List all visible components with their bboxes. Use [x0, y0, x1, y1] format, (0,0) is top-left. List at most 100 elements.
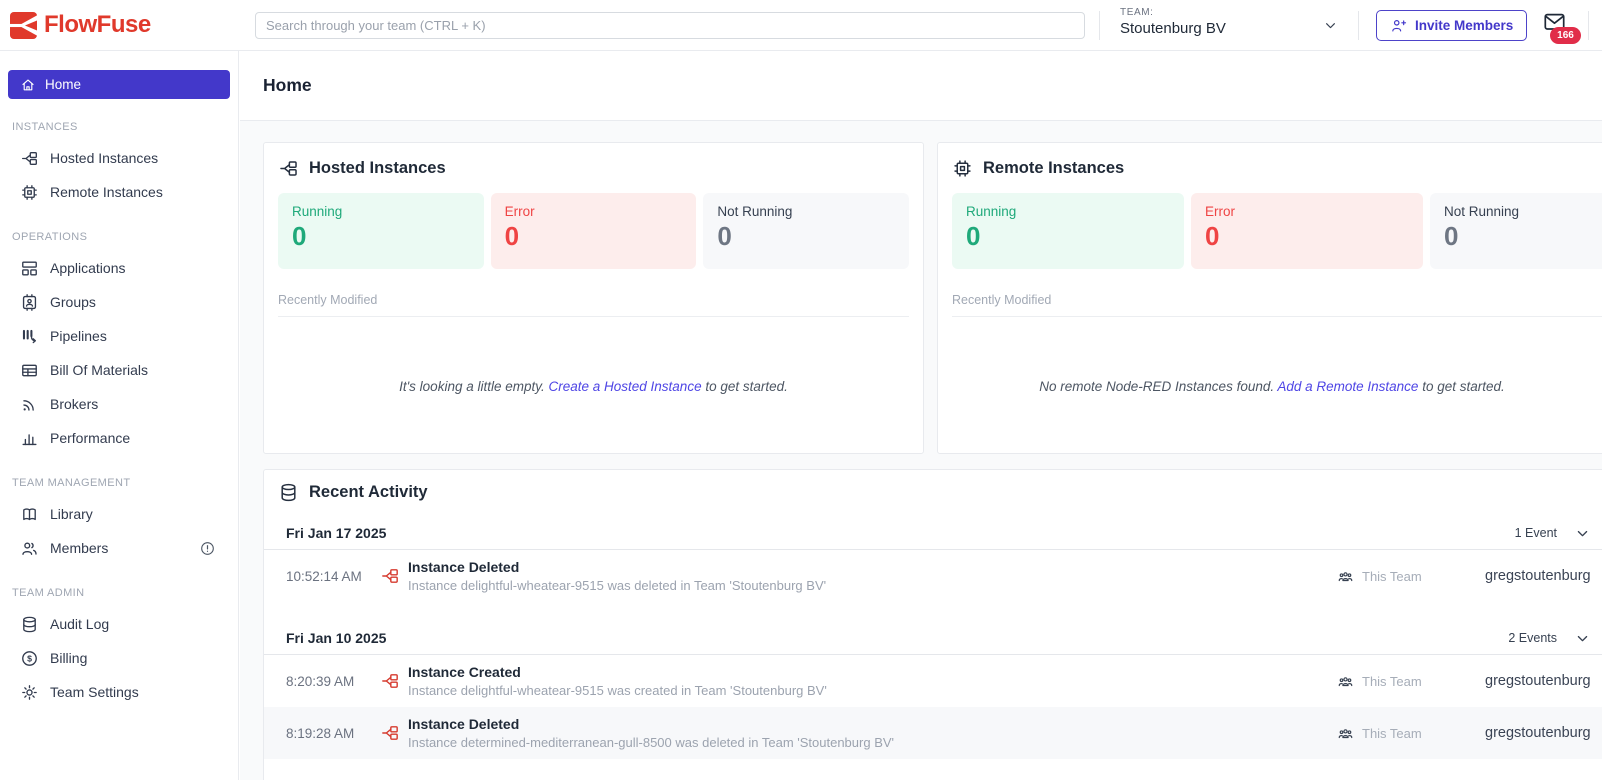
recently-modified-label: Recently Modified	[278, 293, 909, 317]
hosted-instances-icon	[280, 161, 297, 176]
applications-icon	[22, 260, 37, 276]
sidebar-item-audit-log[interactable]: Audit Log	[8, 607, 230, 641]
hosted-instance-event-icon	[382, 569, 398, 583]
sidebar-item-label: Members	[50, 540, 109, 556]
stat-label: Not Running	[717, 204, 793, 219]
sidebar-item-label: Groups	[50, 294, 96, 310]
team-settings-icon	[22, 684, 37, 700]
members-icon	[22, 542, 37, 555]
sidebar-item-label: Audit Log	[50, 616, 110, 632]
chevron-down-icon[interactable]	[1322, 17, 1339, 34]
activity-event-row: 8:20:39 AM Instance Created Instance del…	[264, 655, 1602, 707]
stat-label: Running	[966, 204, 1017, 219]
sidebar-item-members[interactable]: Members	[8, 531, 230, 565]
chevron-down-icon[interactable]	[1575, 631, 1590, 646]
sidebar-item-label: Applications	[50, 260, 126, 276]
sidebar-item-home[interactable]: Home	[8, 70, 230, 99]
brokers-icon	[23, 399, 34, 411]
sidebar-section-team-management: TEAM MANAGEMENT	[12, 477, 131, 489]
empty-text: to get started.	[1418, 379, 1505, 394]
header-divider	[1099, 11, 1100, 40]
main-area: Home Hosted Instances Running 0 Error 0 …	[240, 51, 1602, 780]
hosted-not-running-stat: Not Running 0	[703, 193, 910, 269]
stat-value: 0	[292, 221, 307, 251]
event-time: 8:20:39 AM	[286, 673, 355, 689]
sidebar-item-applications[interactable]: Applications	[8, 251, 230, 285]
page-titlebar: Home	[240, 51, 1602, 121]
sidebar-item-label: Library	[50, 506, 93, 522]
hosted-instances-icon	[22, 151, 37, 165]
event-user: gregstoutenburg	[1485, 725, 1591, 741]
user-plus-icon	[1392, 20, 1407, 32]
groups-icon	[22, 293, 37, 311]
activity-group-count: 1 Event	[1514, 526, 1557, 540]
stat-value: 0	[504, 221, 520, 251]
event-time: 10:52:14 AM	[286, 568, 362, 584]
team-icon	[1338, 571, 1353, 581]
recent-activity-card: Recent Activity Fri Jan 17 2025 1 Event …	[263, 469, 1602, 780]
remote-error-stat: Error 0	[1191, 193, 1423, 269]
flowfuse-logo[interactable]: FlowFuse	[10, 11, 151, 39]
sidebar-item-performance[interactable]: Performance	[8, 421, 230, 455]
remote-running-stat: Running 0	[952, 193, 1184, 269]
event-scope: This Team	[1362, 673, 1422, 689]
create-hosted-instance-link[interactable]: Create a Hosted Instance	[548, 379, 701, 394]
event-scope: This Team	[1362, 725, 1422, 741]
sidebar-item-team-settings[interactable]: Team Settings	[8, 675, 230, 709]
svg-text:$: $	[27, 653, 32, 663]
sidebar-item-bill-of-materials[interactable]: Bill Of Materials	[8, 353, 230, 387]
sidebar-item-label: Bill Of Materials	[50, 362, 149, 378]
sidebar-item-pipelines[interactable]: Pipelines	[8, 319, 230, 353]
stat-value: 0	[1444, 221, 1459, 251]
sidebar-item-brokers[interactable]: Brokers	[8, 387, 230, 421]
flowfuse-logo-icon	[10, 11, 37, 39]
hosted-instance-event-icon	[382, 674, 398, 688]
remote-instances-card: Remote Instances Running 0 Error 0 Not R…	[937, 142, 1602, 454]
pipelines-icon	[22, 329, 37, 343]
notification-count-badge: 166	[1550, 27, 1581, 44]
stat-value: 0	[1205, 221, 1220, 251]
activity-group-date: Fri Jan 17 2025	[286, 525, 387, 541]
event-description: Instance determined-mediterranean-gull-8…	[408, 735, 895, 750]
event-title: Instance Deleted	[408, 716, 520, 732]
stat-value: 0	[966, 221, 981, 251]
activity-event-row: 8:19:28 AM Instance Deleted Instance det…	[264, 707, 1602, 759]
team-label: TEAM:	[1120, 7, 1154, 18]
stat-label: Running	[292, 204, 343, 219]
add-remote-instance-link[interactable]: Add a Remote Instance	[1277, 379, 1418, 394]
team-selector[interactable]: TEAM: Stoutenburg BV	[1120, 7, 1226, 37]
sidebar-item-label: Team Settings	[50, 684, 139, 700]
sidebar-item-billing[interactable]: $ Billing	[8, 641, 230, 675]
sidebar-item-label: Remote Instances	[50, 184, 163, 200]
billing-icon: $	[22, 650, 37, 666]
activity-event-row: 10:52:14 AM Instance Deleted Instance de…	[264, 550, 1602, 602]
header-divider	[1588, 11, 1589, 40]
event-time: 8:19:28 AM	[286, 725, 355, 741]
event-title: Instance Created	[408, 664, 521, 680]
search-input[interactable]	[255, 12, 1085, 39]
flowfuse-app: FlowFuse TEAM: Stoutenburg BV Invite Mem…	[0, 0, 1602, 780]
empty-text: It's looking a little empty.	[399, 379, 549, 394]
activity-group-count: 2 Events	[1508, 631, 1557, 645]
invite-members-button[interactable]: Invite Members	[1376, 10, 1528, 41]
event-title: Instance Deleted	[408, 559, 520, 575]
empty-text: to get started.	[701, 379, 788, 394]
team-name: Stoutenburg BV	[1120, 20, 1226, 37]
invite-members-label: Invite Members	[1415, 18, 1514, 33]
activity-group: Fri Jan 17 2025 1 Event 10:52:14 AM Inst…	[264, 517, 1602, 602]
event-user: gregstoutenburg	[1485, 568, 1591, 584]
sidebar-item-remote-instances[interactable]: Remote Instances	[8, 175, 230, 209]
sidebar-item-hosted-instances[interactable]: Hosted Instances	[8, 141, 230, 175]
sidebar-item-groups[interactable]: Groups	[8, 285, 230, 319]
sidebar: Home INSTANCES Hosted Instances Remote I…	[0, 51, 239, 780]
notifications-button[interactable]: 166	[1541, 10, 1583, 48]
sidebar-item-library[interactable]: Library	[8, 497, 230, 531]
top-header: FlowFuse TEAM: Stoutenburg BV Invite Mem…	[0, 0, 1602, 51]
sidebar-item-label: Performance	[50, 430, 131, 446]
empty-text: No remote Node-RED Instances found.	[1039, 379, 1278, 394]
performance-icon	[22, 433, 37, 445]
sidebar-item-label: Hosted Instances	[50, 150, 159, 166]
alert-circle-icon	[201, 541, 214, 555]
chevron-down-icon[interactable]	[1575, 526, 1590, 541]
hosted-running-stat: Running 0	[278, 193, 484, 269]
